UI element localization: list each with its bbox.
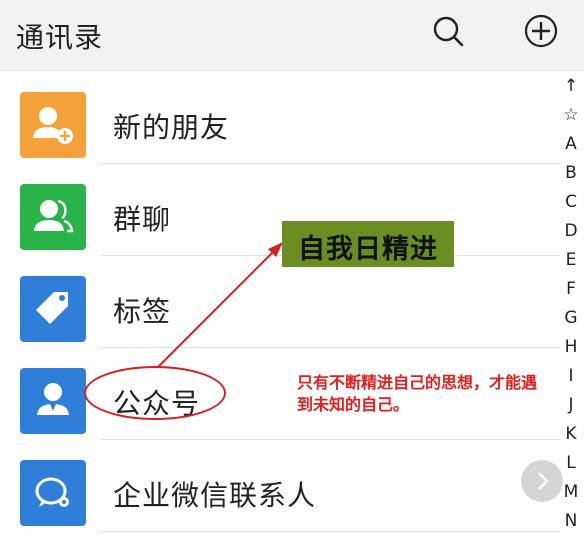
index-letter[interactable]: F bbox=[558, 279, 584, 299]
row-label-new-friends: 新的朋友 bbox=[113, 111, 230, 144]
index-letter[interactable]: K bbox=[558, 424, 584, 444]
plus-circle-icon[interactable] bbox=[524, 14, 558, 48]
wecom-icon bbox=[20, 460, 86, 526]
row-label-group-chats: 群聊 bbox=[113, 203, 172, 236]
index-up-arrow[interactable]: ↑ bbox=[558, 76, 584, 96]
divider bbox=[100, 531, 560, 532]
chevron-right-icon bbox=[538, 472, 549, 490]
contact-entry-group-chats[interactable]: 群聊 bbox=[0, 170, 560, 262]
callout-box: 自我日精进 bbox=[282, 221, 454, 267]
callout-text: 自我日精进 bbox=[298, 234, 438, 265]
index-letter[interactable]: H bbox=[558, 337, 584, 357]
annotation-note: 只有不断精进自己的思想，才能遇到未知的自己。 bbox=[297, 373, 538, 414]
contact-entry-new-friends[interactable]: 新的朋友 bbox=[0, 78, 560, 170]
index-letter[interactable]: E bbox=[558, 250, 584, 270]
highlight-ellipse bbox=[84, 366, 226, 420]
floating-action-button[interactable] bbox=[521, 460, 563, 502]
add-friend-icon bbox=[20, 92, 86, 158]
row-label-wecom-contacts: 企业微信联系人 bbox=[113, 479, 317, 512]
contact-entry-tags[interactable]: 标签 bbox=[0, 262, 560, 354]
divider bbox=[100, 163, 560, 164]
index-letter[interactable]: J bbox=[558, 395, 584, 415]
group-chat-icon bbox=[20, 184, 86, 250]
index-letter[interactable]: D bbox=[558, 221, 584, 241]
official-account-icon bbox=[20, 368, 86, 434]
page-title: 通讯录 bbox=[16, 21, 104, 54]
index-letter[interactable]: I bbox=[558, 366, 584, 386]
index-letter[interactable]: G bbox=[558, 308, 584, 328]
index-letter[interactable]: N bbox=[558, 511, 584, 531]
search-icon[interactable] bbox=[431, 14, 465, 48]
index-letter[interactable]: B bbox=[558, 163, 584, 183]
index-letter[interactable]: A bbox=[558, 134, 584, 154]
tag-icon bbox=[20, 276, 86, 342]
divider bbox=[100, 347, 560, 348]
index-letter[interactable]: C bbox=[558, 192, 584, 212]
contact-entry-wecom-contacts[interactable]: 企业微信联系人 bbox=[0, 446, 560, 538]
top-bar: 通讯录 bbox=[0, 0, 584, 71]
index-star[interactable]: ☆ bbox=[558, 105, 584, 125]
divider bbox=[100, 439, 560, 440]
row-label-tags: 标签 bbox=[113, 295, 172, 328]
